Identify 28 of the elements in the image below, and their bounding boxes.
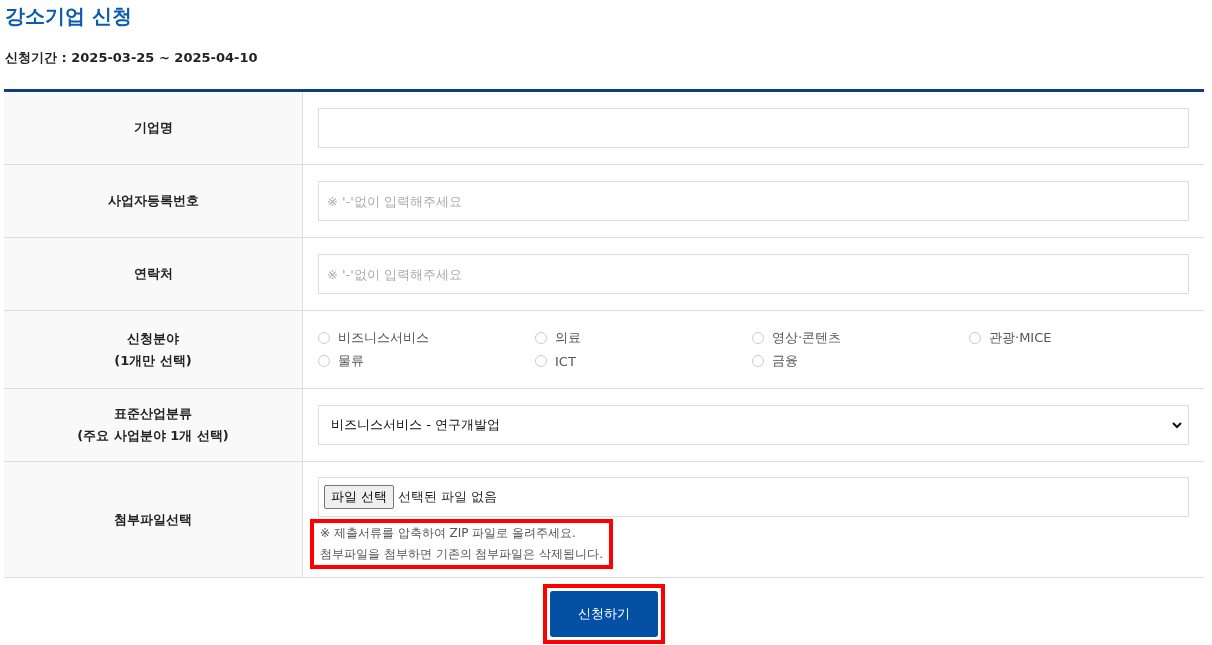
field-sublabel: (1개만 선택) <box>114 351 192 370</box>
field-label: 첨부파일선택 <box>114 510 192 529</box>
note-text: ※ 제출서류를 압축하여 ZIP 파일로 올려주세요. <box>320 525 577 542</box>
text-input-field[interactable]: ※ '-'없이 입력해주세요 <box>318 181 1189 221</box>
text-input-field[interactable]: ※ '-'없이 입력해주세요 <box>318 254 1189 294</box>
field-sublabel: (주요 사업분야 1개 선택) <box>77 427 229 445</box>
radio-option[interactable]: 금융 <box>752 352 969 370</box>
field-label: 기업명 <box>133 119 173 137</box>
text-input-field[interactable] <box>318 108 1189 148</box>
field-label: 사업자등록번호 <box>107 192 199 210</box>
radio-option[interactable]: 관광·MICE <box>969 329 1186 347</box>
radio-option[interactable]: ICT <box>535 352 752 370</box>
select-dropdown[interactable]: 비즈니스서비스 - 연구개발업 <box>318 405 1189 445</box>
page-title: 강소기업 신청 <box>4 3 133 30</box>
chevron-down-icon <box>1172 421 1182 429</box>
file-status-text: 선택된 파일 없음 <box>398 488 498 506</box>
submit-button[interactable]: 신청하기 <box>550 591 658 637</box>
radio-option[interactable]: 의료 <box>535 329 752 347</box>
note-text: 첨부파일을 첨부하면 기존의 첨부파일은 삭제됩니다. <box>320 546 604 563</box>
field-label: 신청분야 <box>127 329 179 348</box>
radio-option[interactable]: 비즈니스서비스 <box>318 329 535 347</box>
radio-option[interactable]: 영상·콘텐츠 <box>752 329 969 347</box>
file-input-field[interactable]: 파일 선택 선택된 파일 없음 <box>318 477 1189 517</box>
field-label: 연락처 <box>133 265 173 283</box>
file-select-button[interactable]: 파일 선택 <box>324 485 395 509</box>
application-period: 신청기간 : 2025-03-25 ~ 2025-04-10 <box>5 49 259 67</box>
field-label: 표준산업분류 <box>114 405 192 423</box>
radio-option[interactable]: 물류 <box>318 352 535 370</box>
